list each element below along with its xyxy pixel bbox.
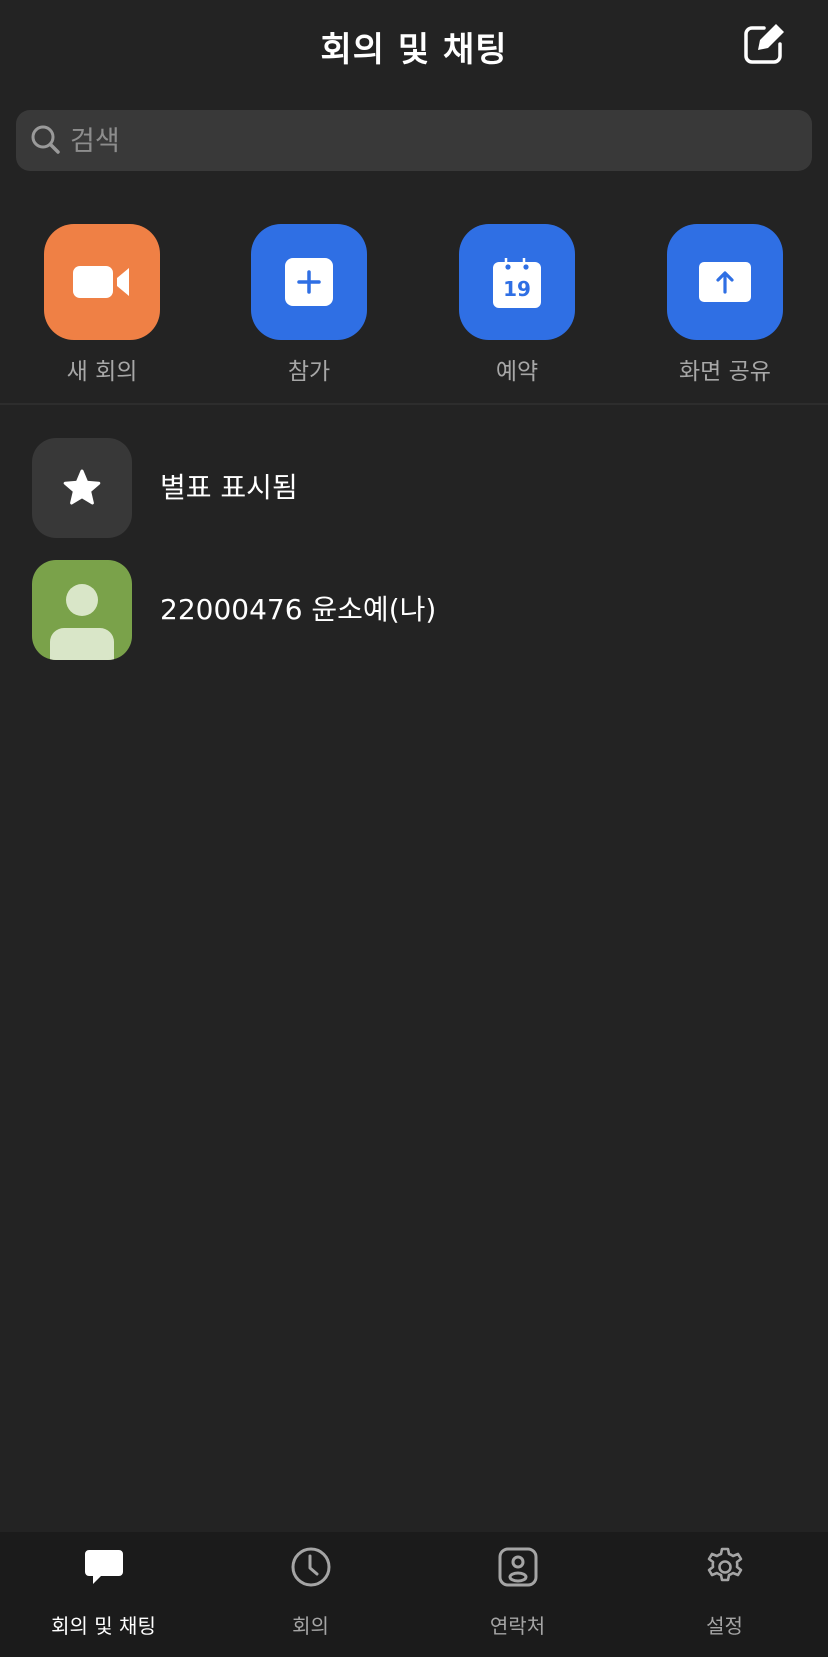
tab-meetings[interactable]: 회의	[207, 1532, 414, 1657]
tab-label: 회의 및 채팅	[51, 1614, 156, 1638]
search-icon	[30, 124, 62, 156]
tab-label: 설정	[706, 1614, 743, 1638]
tab-contacts[interactable]: 연락처	[414, 1532, 621, 1657]
share-screen-label: 화면 공유	[679, 359, 771, 385]
starred-label: 별표 표시됨	[160, 471, 298, 504]
list-item-starred[interactable]: 별표 표시됨	[32, 438, 812, 538]
header: 회의 및 채팅	[0, 0, 828, 92]
divider	[0, 403, 828, 405]
schedule-label: 예약	[495, 359, 539, 385]
avatar	[32, 560, 132, 660]
contact-card-icon	[497, 1546, 539, 1588]
self-contact-label: 22000476 윤소예(나)	[160, 593, 437, 626]
new-meeting-button[interactable]: 새 회의	[17, 224, 187, 386]
tab-label: 연락처	[489, 1614, 546, 1638]
join-button[interactable]: 참가	[224, 224, 394, 386]
join-label: 참가	[287, 359, 331, 385]
gear-icon	[704, 1546, 746, 1588]
compose-icon[interactable]	[740, 20, 788, 68]
search-input[interactable]	[68, 110, 792, 173]
clock-icon	[290, 1546, 332, 1588]
tab-settings[interactable]: 설정	[621, 1532, 828, 1657]
schedule-tile[interactable]: 19	[459, 224, 575, 340]
page-title: 회의 및 채팅	[320, 30, 508, 70]
calendar-day: 19	[503, 277, 531, 301]
quick-actions: 새 회의 참가 19 예약 화면 공유	[0, 224, 828, 386]
list-item-self[interactable]: 22000476 윤소예(나)	[32, 560, 812, 660]
video-camera-icon	[73, 266, 129, 298]
new-meeting-tile[interactable]	[44, 224, 160, 340]
tab-bar: 회의 및 채팅 회의 연락처 설정	[0, 1532, 828, 1657]
schedule-button[interactable]: 19 예약	[432, 224, 602, 386]
star-icon	[63, 469, 101, 505]
tab-meetings-chat[interactable]: 회의 및 채팅	[0, 1532, 207, 1657]
calendar-icon: 19	[493, 256, 541, 308]
share-screen-button[interactable]: 화면 공유	[640, 224, 810, 386]
new-meeting-label: 새 회의	[66, 359, 138, 385]
plus-icon	[285, 258, 333, 306]
upload-screen-icon	[699, 262, 751, 302]
search-bar[interactable]	[16, 110, 812, 173]
share-screen-tile[interactable]	[667, 224, 783, 340]
join-tile[interactable]	[251, 224, 367, 340]
starred-thumb	[32, 438, 132, 538]
avatar-icon	[50, 584, 114, 660]
chat-bubble-icon	[83, 1546, 125, 1588]
tab-label: 회의	[292, 1614, 329, 1638]
